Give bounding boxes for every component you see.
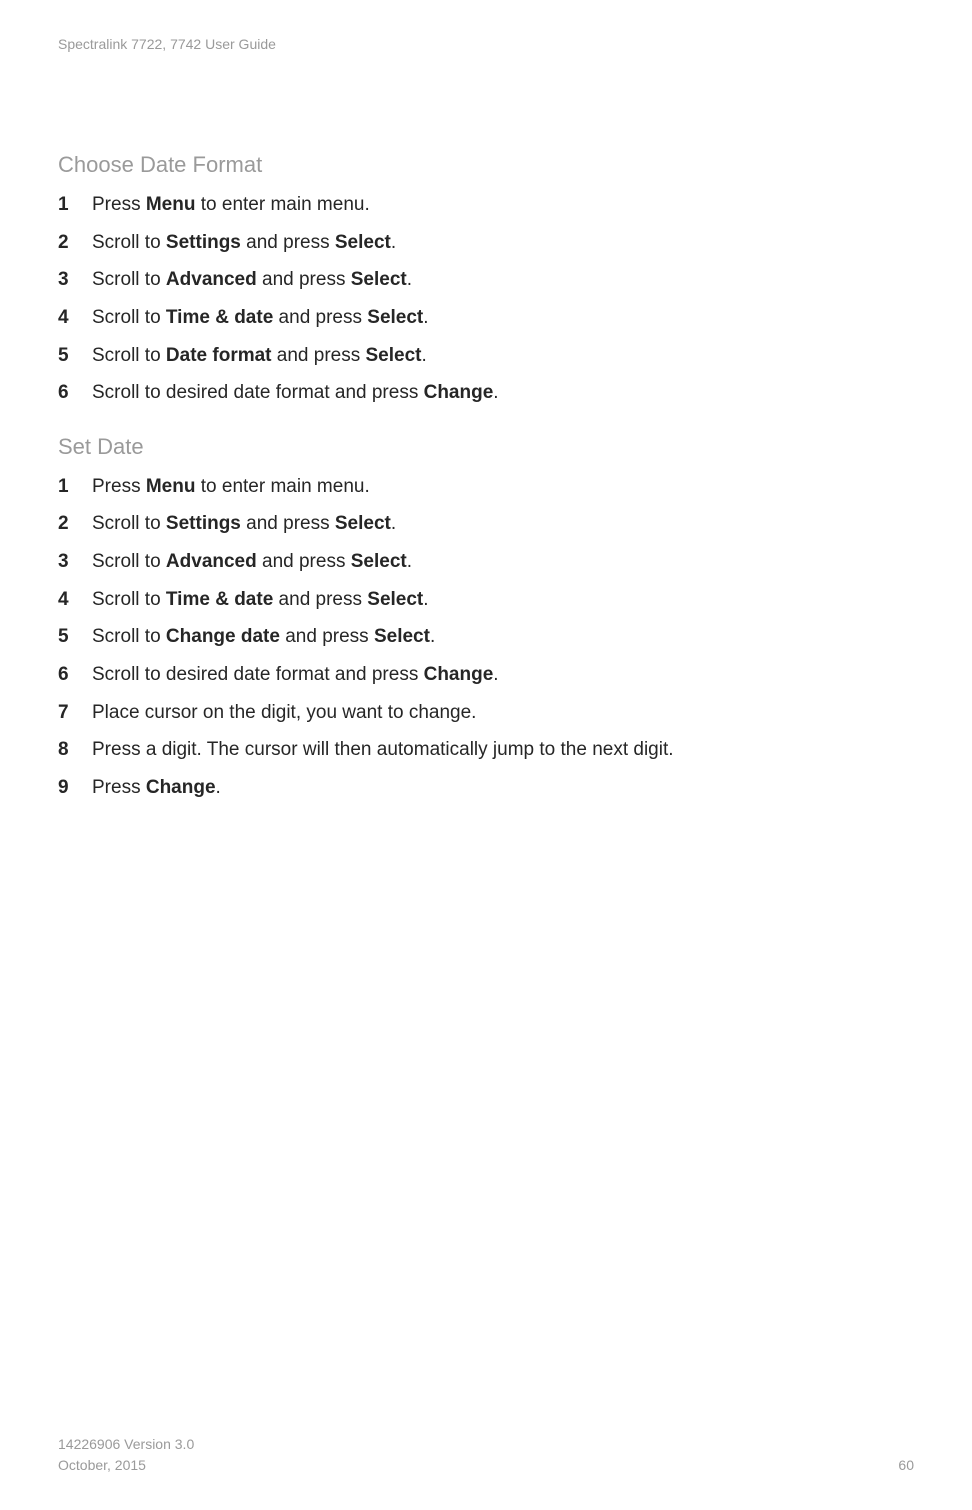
step-text: . xyxy=(423,307,428,328)
step-item: Scroll to desired date format and press … xyxy=(58,662,914,688)
step-bold: Settings xyxy=(166,232,241,253)
step-text: Press a digit. The cursor will then auto… xyxy=(92,739,674,760)
step-item: Press a digit. The cursor will then auto… xyxy=(58,737,914,763)
step-text: Press xyxy=(92,194,146,215)
step-text: . xyxy=(423,589,428,610)
step-item: Scroll to desired date format and press … xyxy=(58,380,914,406)
step-text: Scroll to desired date format and press xyxy=(92,382,424,403)
step-text: . xyxy=(430,626,435,647)
step-text: Press xyxy=(92,476,146,497)
step-item: Press Menu to enter main menu. xyxy=(58,474,914,500)
step-text: and press xyxy=(273,307,367,328)
step-text: . xyxy=(216,777,221,798)
step-bold: Change date xyxy=(166,626,280,647)
step-item: Place cursor on the digit, you want to c… xyxy=(58,700,914,726)
steps-list: Press Menu to enter main menu. Scroll to… xyxy=(58,192,914,406)
step-text: Scroll to xyxy=(92,513,166,534)
step-text: and press xyxy=(257,551,351,572)
step-text: Scroll to xyxy=(92,232,166,253)
step-item: Scroll to Advanced and press Select. xyxy=(58,267,914,293)
step-bold: Select xyxy=(335,232,391,253)
step-text: and press xyxy=(273,589,367,610)
step-item: Scroll to Settings and press Select. xyxy=(58,511,914,537)
step-text: to enter main menu. xyxy=(195,476,369,497)
step-bold: Select xyxy=(351,551,407,572)
step-item: Scroll to Time & date and press Select. xyxy=(58,587,914,613)
step-bold: Select xyxy=(374,626,430,647)
step-item: Scroll to Change date and press Select. xyxy=(58,624,914,650)
step-text: Scroll to desired date format and press xyxy=(92,664,424,685)
step-bold: Settings xyxy=(166,513,241,534)
step-text: . xyxy=(493,664,498,685)
step-bold: Advanced xyxy=(166,269,257,290)
step-item: Press Menu to enter main menu. xyxy=(58,192,914,218)
step-text: Scroll to xyxy=(92,345,166,366)
step-bold: Date format xyxy=(166,345,272,366)
step-text: to enter main menu. xyxy=(195,194,369,215)
section-heading: Choose Date Format xyxy=(58,152,914,178)
step-item: Press Change. xyxy=(58,775,914,801)
step-text: Scroll to xyxy=(92,269,166,290)
step-text: and press xyxy=(241,513,335,534)
step-bold: Time & date xyxy=(166,589,273,610)
step-bold: Select xyxy=(335,513,391,534)
step-text: and press xyxy=(257,269,351,290)
step-bold: Change xyxy=(424,664,494,685)
step-text: Scroll to xyxy=(92,307,166,328)
footer-date: October, 2015 xyxy=(58,1455,194,1476)
step-bold: Menu xyxy=(146,194,196,215)
step-text: Scroll to xyxy=(92,551,166,572)
step-item: Scroll to Time & date and press Select. xyxy=(58,305,914,331)
step-text: and press xyxy=(272,345,366,366)
step-text: . xyxy=(421,345,426,366)
step-bold: Time & date xyxy=(166,307,273,328)
step-bold: Select xyxy=(366,345,422,366)
step-text: Place cursor on the digit, you want to c… xyxy=(92,702,476,723)
step-bold: Menu xyxy=(146,476,196,497)
document-header: Spectralink 7722, 7742 User Guide xyxy=(58,36,914,52)
step-text: . xyxy=(391,513,396,534)
step-text: . xyxy=(391,232,396,253)
step-bold: Select xyxy=(367,589,423,610)
footer-version: 14226906 Version 3.0 xyxy=(58,1434,194,1455)
step-item: Scroll to Date format and press Select. xyxy=(58,343,914,369)
step-bold: Change xyxy=(146,777,216,798)
step-item: Scroll to Advanced and press Select. xyxy=(58,549,914,575)
step-text: . xyxy=(493,382,498,403)
step-item: Scroll to Settings and press Select. xyxy=(58,230,914,256)
step-text: and press xyxy=(241,232,335,253)
step-bold: Change xyxy=(424,382,494,403)
steps-list: Press Menu to enter main menu. Scroll to… xyxy=(58,474,914,801)
step-text: Press xyxy=(92,777,146,798)
step-text: . xyxy=(407,551,412,572)
step-text: . xyxy=(407,269,412,290)
page-footer: 14226906 Version 3.0 October, 2015 60 xyxy=(58,1434,914,1476)
step-bold: Advanced xyxy=(166,551,257,572)
footer-page-number: 60 xyxy=(898,1455,914,1476)
step-bold: Select xyxy=(351,269,407,290)
step-text: and press xyxy=(280,626,374,647)
section-heading: Set Date xyxy=(58,434,914,460)
step-text: Scroll to xyxy=(92,626,166,647)
step-bold: Select xyxy=(367,307,423,328)
footer-left: 14226906 Version 3.0 October, 2015 xyxy=(58,1434,194,1476)
step-text: Scroll to xyxy=(92,589,166,610)
